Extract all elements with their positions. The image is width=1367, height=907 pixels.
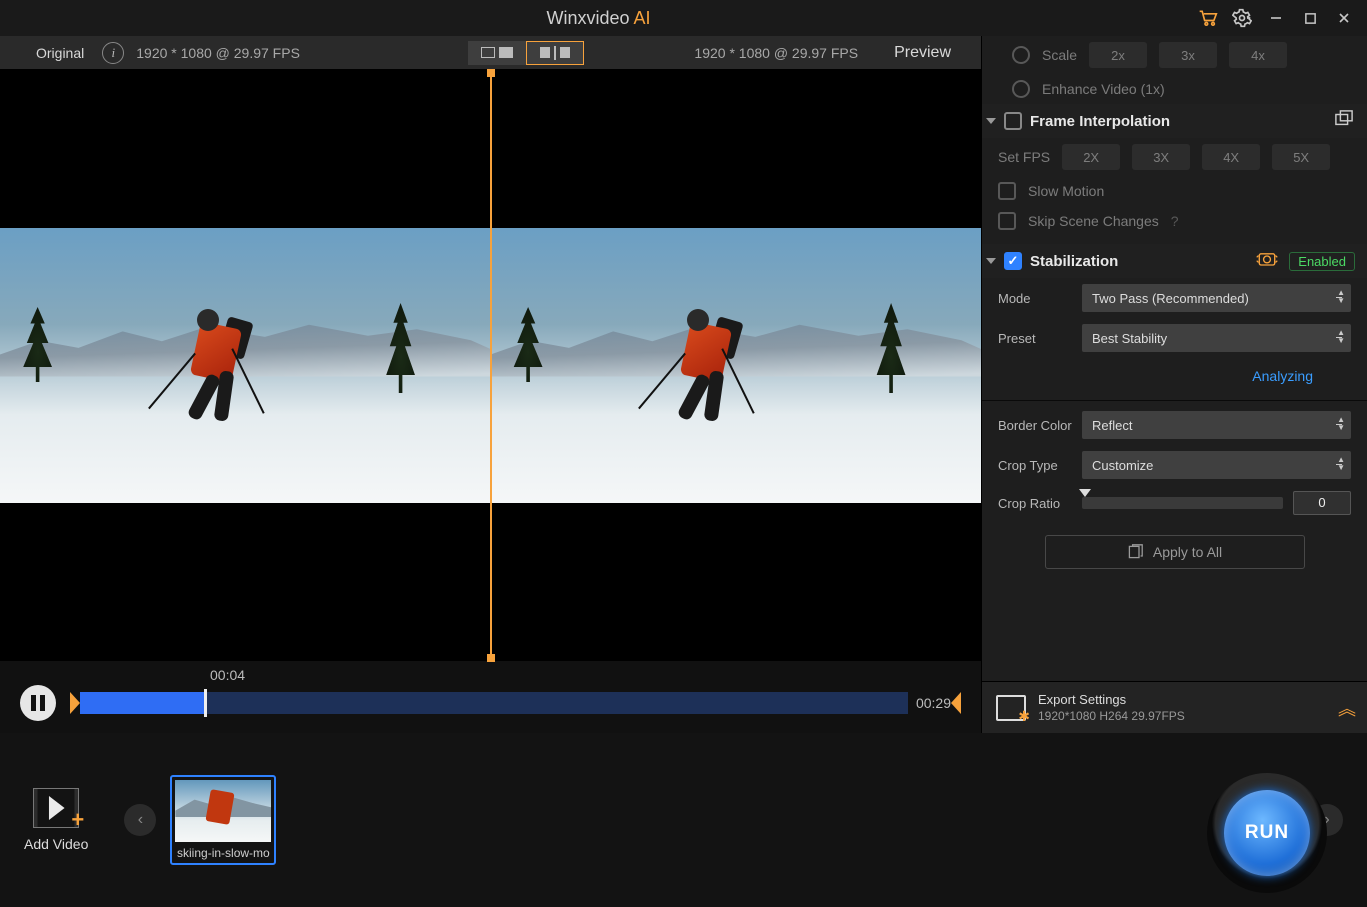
enhance-radio[interactable]	[1012, 80, 1030, 98]
frame-interp-header[interactable]: Frame Interpolation	[982, 104, 1367, 138]
camera-ai-icon[interactable]	[1255, 250, 1279, 273]
mode-select[interactable]: Two Pass (Recommended)▲▼	[1082, 284, 1351, 312]
run-button[interactable]: RUN	[1224, 790, 1310, 876]
app-title-ai: AI	[634, 8, 651, 28]
compare-mode-split[interactable]	[526, 41, 584, 65]
original-dimensions: 1920 * 1080 @ 29.97 FPS	[136, 45, 300, 61]
timeline-track[interactable]: 00:29	[70, 692, 961, 714]
compare-frames[interactable]	[0, 70, 981, 661]
original-label: Original	[0, 45, 84, 61]
compare-mode-single[interactable]	[468, 41, 526, 65]
app-title: Winxvideo AI	[546, 8, 650, 29]
border-color-label: Border Color	[998, 418, 1072, 433]
time-current: 00:04	[210, 667, 961, 683]
caret-down-icon	[986, 118, 996, 124]
playback-bar: 00:04 00:29	[0, 661, 981, 733]
trim-start-handle[interactable]	[70, 692, 80, 714]
expand-up-icon[interactable]: ︽	[1338, 695, 1353, 721]
settings-icon[interactable]	[1225, 4, 1259, 32]
thumbs-prev-button[interactable]: ‹	[124, 804, 156, 836]
trim-end-handle[interactable]	[951, 692, 961, 714]
export-icon	[996, 695, 1026, 721]
slowmo-checkbox[interactable]	[998, 182, 1016, 200]
scale-3x[interactable]: 3x	[1159, 42, 1217, 68]
export-settings-bar[interactable]: Export Settings 1920*1080 H264 29.97FPS …	[982, 681, 1367, 733]
stabilization-header[interactable]: Stabilization Enabled	[982, 244, 1367, 278]
crop-ratio-slider[interactable]	[1082, 497, 1283, 509]
settings-panel: Scale 2x 3x 4x Enhance Video (1x) Frame …	[981, 36, 1367, 733]
fps-2x[interactable]: 2X	[1062, 144, 1120, 170]
help-icon[interactable]: ?	[1171, 213, 1179, 229]
time-total: 00:29	[916, 695, 951, 711]
pause-button[interactable]	[20, 685, 56, 721]
scale-radio[interactable]	[1012, 46, 1030, 64]
app-title-main: Winxvideo	[546, 8, 629, 28]
run-button-wrap: RUN	[1207, 773, 1327, 893]
fps-4x[interactable]: 4X	[1202, 144, 1260, 170]
cart-icon[interactable]	[1191, 4, 1225, 32]
info-icon[interactable]: i	[102, 42, 124, 64]
video-compare-area: Original i 1920 * 1080 @ 29.97 FPS 1920 …	[0, 36, 981, 733]
frame-original	[0, 70, 491, 661]
setfps-label: Set FPS	[998, 149, 1050, 165]
video-thumbnail[interactable]: skiing-in-slow-mo	[170, 775, 276, 865]
crop-ratio-label: Crop Ratio	[998, 496, 1072, 511]
export-title: Export Settings	[1038, 692, 1185, 708]
frame-preview	[491, 70, 982, 661]
preview-dimensions: 1920 * 1080 @ 29.97 FPS	[694, 45, 858, 61]
fps-5x[interactable]: 5X	[1272, 144, 1330, 170]
scale-4x[interactable]: 4x	[1229, 42, 1287, 68]
preset-select[interactable]: Best Stability▲▼	[1082, 324, 1351, 352]
preview-label: Preview	[894, 44, 951, 62]
compare-divider[interactable]	[490, 70, 492, 661]
crop-ratio-value[interactable]: 0	[1293, 491, 1351, 515]
superres-group: Scale 2x 3x 4x Enhance Video (1x)	[982, 36, 1367, 104]
compare-mode-toggles	[468, 41, 584, 65]
preset-label: Preset	[998, 331, 1072, 346]
frame-interp-title: Frame Interpolation	[1030, 113, 1170, 130]
frame-interp-checkbox[interactable]	[1004, 112, 1022, 130]
enabled-badge: Enabled	[1289, 252, 1355, 271]
playhead[interactable]	[204, 689, 207, 717]
skip-label: Skip Scene Changes	[1028, 213, 1159, 229]
enhance-label: Enhance Video (1x)	[1042, 81, 1165, 97]
border-color-select[interactable]: Reflect▲▼	[1082, 411, 1351, 439]
apply-to-all-button[interactable]: Apply to All	[1045, 535, 1305, 569]
slowmo-label: Slow Motion	[1028, 183, 1104, 199]
maximize-button[interactable]	[1293, 4, 1327, 32]
add-video-button[interactable]: Add Video	[24, 788, 88, 852]
analyzing-status: Analyzing	[982, 358, 1367, 396]
caret-down-icon	[986, 258, 996, 264]
thumbnail-caption: skiing-in-slow-mo	[175, 846, 271, 860]
export-subtitle: 1920*1080 H264 29.97FPS	[1038, 708, 1185, 724]
video-infobar: Original i 1920 * 1080 @ 29.97 FPS 1920 …	[0, 36, 981, 70]
bottom-strip: Add Video ‹ skiing-in-slow-mo › RUN	[0, 733, 1367, 907]
fps-3x[interactable]: 3X	[1132, 144, 1190, 170]
crop-type-select[interactable]: Customize▲▼	[1082, 451, 1351, 479]
compare-icon[interactable]	[1333, 110, 1355, 133]
crop-type-label: Crop Type	[998, 458, 1072, 473]
minimize-button[interactable]	[1259, 4, 1293, 32]
thumbnail-strip: skiing-in-slow-mo	[156, 775, 1311, 865]
close-button[interactable]	[1327, 4, 1361, 32]
mode-label: Mode	[998, 291, 1072, 306]
scale-label: Scale	[1042, 47, 1077, 63]
title-bar: Winxvideo AI	[0, 0, 1367, 36]
scale-2x[interactable]: 2x	[1089, 42, 1147, 68]
skip-checkbox[interactable]	[998, 212, 1016, 230]
frame-interp-body: Set FPS 2X 3X 4X 5X Slow Motion Skip Sce…	[982, 138, 1367, 244]
add-video-icon	[33, 788, 79, 828]
stabilization-checkbox[interactable]	[1004, 252, 1022, 270]
stabilization-title: Stabilization	[1030, 253, 1118, 270]
